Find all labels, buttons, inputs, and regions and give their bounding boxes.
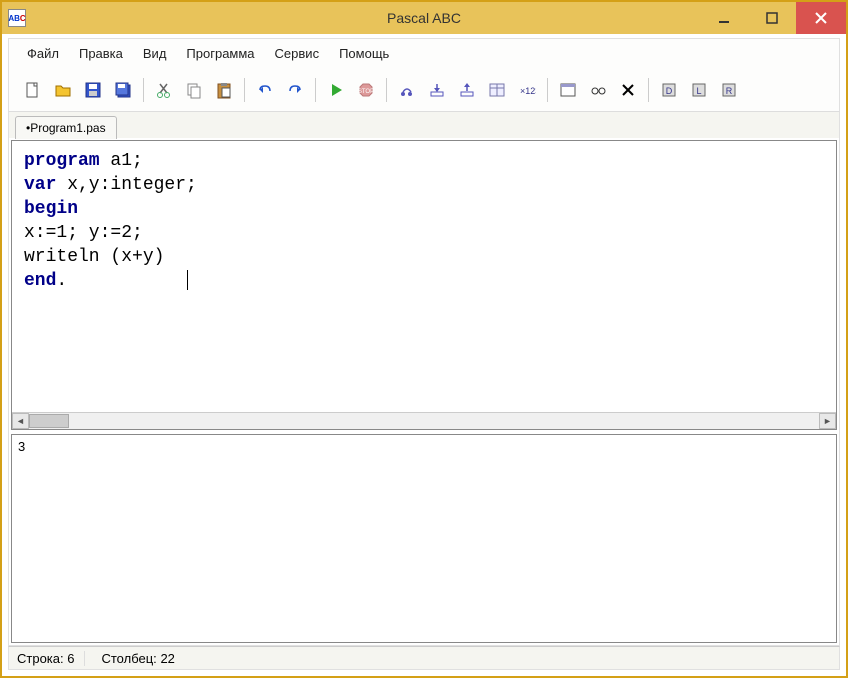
step-over-button[interactable] — [393, 76, 421, 104]
svg-text:R: R — [726, 86, 733, 96]
app-window: ABC Pascal ABC Файл Правка Вид Программа… — [0, 0, 848, 678]
separator — [648, 78, 649, 102]
keyword-end: end — [24, 271, 56, 291]
statusbar: Строка: 6 Столбец: 22 — [8, 646, 840, 670]
menu-help[interactable]: Помощь — [331, 42, 397, 65]
compile-button[interactable]: D — [655, 76, 683, 104]
scroll-right-icon[interactable]: ► — [819, 413, 836, 429]
save-button[interactable] — [79, 76, 107, 104]
eval-button[interactable]: ×123 — [513, 76, 541, 104]
status-col: Столбец: 22 — [101, 651, 184, 666]
status-row: Строка: 6 — [17, 651, 85, 666]
separator — [386, 78, 387, 102]
code-content: program a1; var x,y:integer; begin x:=1;… — [12, 141, 836, 301]
svg-text:D: D — [666, 86, 673, 96]
menu-file[interactable]: Файл — [19, 42, 67, 65]
cut-button[interactable] — [150, 76, 178, 104]
redo-button[interactable] — [281, 76, 309, 104]
menu-program[interactable]: Программа — [178, 42, 262, 65]
code-text: x,y:integer; — [56, 175, 196, 195]
horizontal-scrollbar[interactable]: ◄ ► — [12, 412, 836, 429]
output-text: 3 — [18, 439, 25, 454]
status-col-label: Столбец: — [101, 651, 156, 666]
watch-button[interactable] — [483, 76, 511, 104]
code-text: a1; — [100, 151, 143, 171]
code-text: writeln (x+y) — [24, 247, 164, 267]
copy-button[interactable] — [180, 76, 208, 104]
paste-button[interactable] — [210, 76, 238, 104]
code-text: x:=1; y:=2; — [24, 223, 143, 243]
status-col-value: 22 — [160, 651, 174, 666]
separator — [547, 78, 548, 102]
step-into-button[interactable] — [423, 76, 451, 104]
menu-service[interactable]: Сервис — [267, 42, 328, 65]
code-text: . — [56, 271, 67, 291]
stop-button[interactable]: STOP — [352, 76, 380, 104]
window-title: Pascal ABC — [2, 10, 846, 26]
svg-text:×123: ×123 — [520, 86, 536, 96]
open-file-button[interactable] — [49, 76, 77, 104]
editor-wrap: program a1; var x,y:integer; begin x:=1;… — [8, 138, 840, 646]
code-editor[interactable]: program a1; var x,y:integer; begin x:=1;… — [11, 140, 837, 430]
menu-edit[interactable]: Правка — [71, 42, 131, 65]
tab-program1[interactable]: •Program1.pas — [15, 116, 117, 139]
tabs: •Program1.pas — [8, 112, 840, 138]
separator — [315, 78, 316, 102]
undo-button[interactable] — [251, 76, 279, 104]
new-file-button[interactable] — [19, 76, 47, 104]
glasses-button[interactable] — [584, 76, 612, 104]
separator — [143, 78, 144, 102]
separator — [244, 78, 245, 102]
save-all-button[interactable] — [109, 76, 137, 104]
keyword-program: program — [24, 151, 100, 171]
check-button[interactable]: R — [715, 76, 743, 104]
svg-text:L: L — [696, 86, 701, 96]
menu-view[interactable]: Вид — [135, 42, 175, 65]
status-row-value: 6 — [67, 651, 74, 666]
clear-button[interactable] — [614, 76, 642, 104]
keyword-begin: begin — [24, 199, 78, 219]
text-cursor — [187, 270, 188, 290]
status-row-label: Строка: — [17, 651, 64, 666]
step-out-button[interactable] — [453, 76, 481, 104]
menubar: Файл Правка Вид Программа Сервис Помощь — [8, 38, 840, 68]
keyword-var: var — [24, 175, 56, 195]
window-button[interactable] — [554, 76, 582, 104]
scroll-thumb[interactable] — [29, 414, 69, 428]
toolbar: STOP ×123 D L R — [8, 68, 840, 112]
scroll-left-icon[interactable]: ◄ — [12, 413, 29, 429]
titlebar: ABC Pascal ABC — [2, 2, 846, 34]
output-panel[interactable]: 3 — [11, 434, 837, 643]
build-button[interactable]: L — [685, 76, 713, 104]
svg-text:STOP: STOP — [358, 89, 374, 95]
scroll-track[interactable] — [29, 413, 819, 429]
run-button[interactable] — [322, 76, 350, 104]
